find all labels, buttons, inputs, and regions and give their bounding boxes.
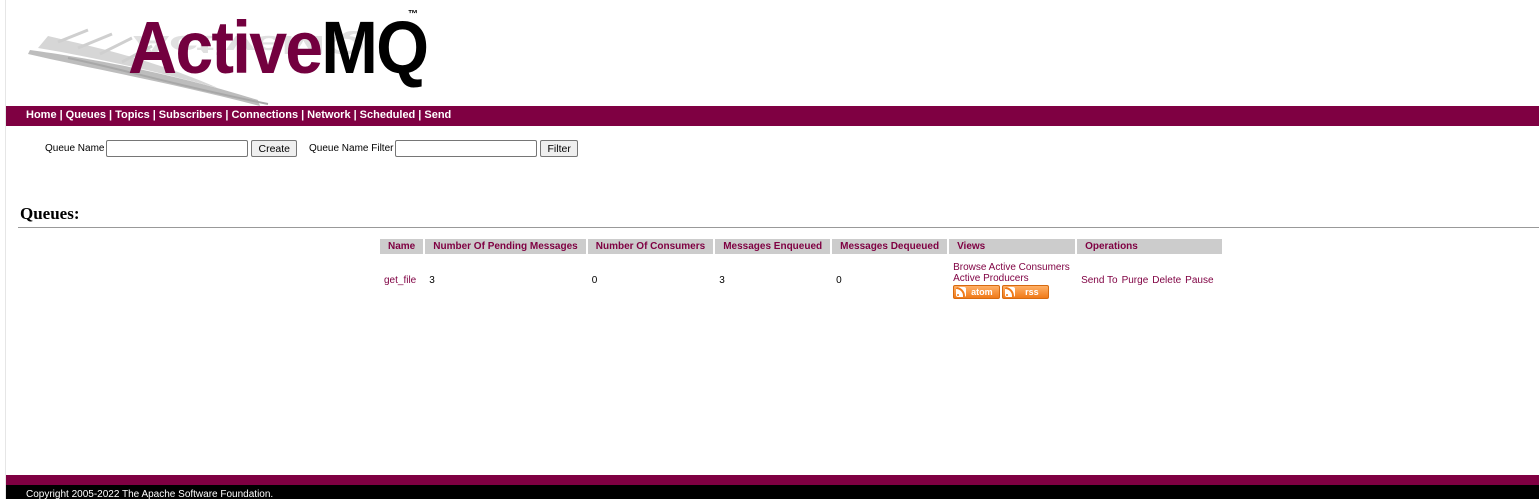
nav-send[interactable]: Send bbox=[424, 109, 451, 121]
copyright-text: Copyright 2005-2022 The Apache Software … bbox=[26, 489, 274, 500]
feed-icon bbox=[1005, 287, 1016, 297]
footer-accent-bar bbox=[6, 475, 1539, 485]
nav-links: Home | Queues | Topics | Subscribers | Connectio… bbox=[26, 109, 451, 121]
nav-separator: | bbox=[353, 109, 357, 121]
operations-cell: Send To Purge Delete Pause bbox=[1077, 254, 1221, 299]
queue-form: Queue Name Create Queue Name Filter Filt… bbox=[45, 140, 578, 157]
send-to-link[interactable]: Send To bbox=[1081, 275, 1118, 286]
filter-button[interactable]: Filter bbox=[540, 140, 578, 157]
nav-separator: | bbox=[152, 109, 156, 121]
browse-link[interactable]: Browse bbox=[953, 262, 986, 273]
logo-active-text: Active bbox=[128, 6, 323, 89]
nav-separator: | bbox=[109, 109, 113, 121]
left-border bbox=[0, 0, 6, 499]
nav-network[interactable]: Network bbox=[307, 109, 350, 121]
header-pending[interactable]: Number Of Pending Messages bbox=[425, 239, 586, 254]
header-dequeued[interactable]: Messages Dequeued bbox=[832, 239, 948, 254]
nav-separator: | bbox=[301, 109, 305, 121]
dequeued-cell: 0 bbox=[836, 275, 842, 286]
header-consumers[interactable]: Number Of Consumers bbox=[587, 239, 714, 254]
trademark-symbol: ™ bbox=[408, 9, 418, 20]
consumers-cell: 0 bbox=[591, 275, 598, 286]
queue-name-input[interactable] bbox=[106, 140, 249, 157]
queue-filter-input[interactable] bbox=[395, 140, 538, 157]
header-enqueued[interactable]: Messages Enqueued bbox=[715, 239, 831, 254]
queue-filter-label: Queue Name Filter bbox=[309, 143, 394, 154]
enqueued-cell: 3 bbox=[719, 275, 725, 286]
feed-icon bbox=[956, 287, 967, 297]
queues-table: Name Number Of Pending Messages Number O… bbox=[378, 239, 1224, 299]
create-button[interactable]: Create bbox=[251, 140, 297, 157]
activemq-logo: ActiveMQ ActiveMQ ™ bbox=[28, 6, 429, 106]
rss-label: rss bbox=[1025, 287, 1039, 297]
nav-separator: | bbox=[59, 109, 63, 121]
header-views: Views bbox=[949, 239, 1076, 254]
page-title: Queues: bbox=[20, 204, 80, 223]
active-consumers-link[interactable]: Active Consumers bbox=[989, 262, 1070, 273]
pending-cell: 3 bbox=[429, 275, 435, 286]
nav-subscribers[interactable]: Subscribers bbox=[159, 109, 223, 121]
table-row: get_file 3 0 3 0 Browse Active Consumers… bbox=[380, 254, 1222, 299]
atom-feed-button[interactable]: atom bbox=[953, 285, 1001, 299]
nav-connections[interactable]: Connections bbox=[231, 109, 298, 121]
purge-link[interactable]: Purge bbox=[1122, 275, 1149, 286]
nav-separator: | bbox=[418, 109, 422, 121]
feed-buttons: atom rss bbox=[953, 285, 1071, 299]
header-name[interactable]: Name bbox=[380, 239, 424, 254]
nav-home[interactable]: Home bbox=[26, 109, 57, 121]
delete-link[interactable]: Delete bbox=[1152, 275, 1181, 286]
nav-queues[interactable]: Queues bbox=[66, 109, 106, 121]
queue-name-label: Queue Name bbox=[45, 143, 105, 154]
rss-feed-button[interactable]: rss bbox=[1002, 285, 1050, 299]
nav-scheduled[interactable]: Scheduled bbox=[360, 109, 416, 121]
queue-name-link[interactable]: get_file bbox=[384, 275, 416, 286]
logo-wordmark: ActiveMQ bbox=[128, 6, 429, 89]
queue-name-cell: get_file bbox=[380, 254, 423, 299]
header-operations: Operations bbox=[1077, 239, 1222, 254]
atom-label: atom bbox=[971, 287, 993, 297]
top-nav-bar: Home | Queues | Topics | Subscribers | Connectio… bbox=[6, 106, 1539, 126]
views-cell: Browse Active Consumers Active Producers… bbox=[949, 254, 1075, 299]
active-producers-link[interactable]: Active Producers bbox=[953, 273, 1029, 284]
title-divider bbox=[18, 227, 1539, 228]
pause-link[interactable]: Pause bbox=[1185, 275, 1213, 286]
table-header-row: Name Number Of Pending Messages Number O… bbox=[380, 239, 1222, 254]
nav-topics[interactable]: Topics bbox=[115, 109, 150, 121]
